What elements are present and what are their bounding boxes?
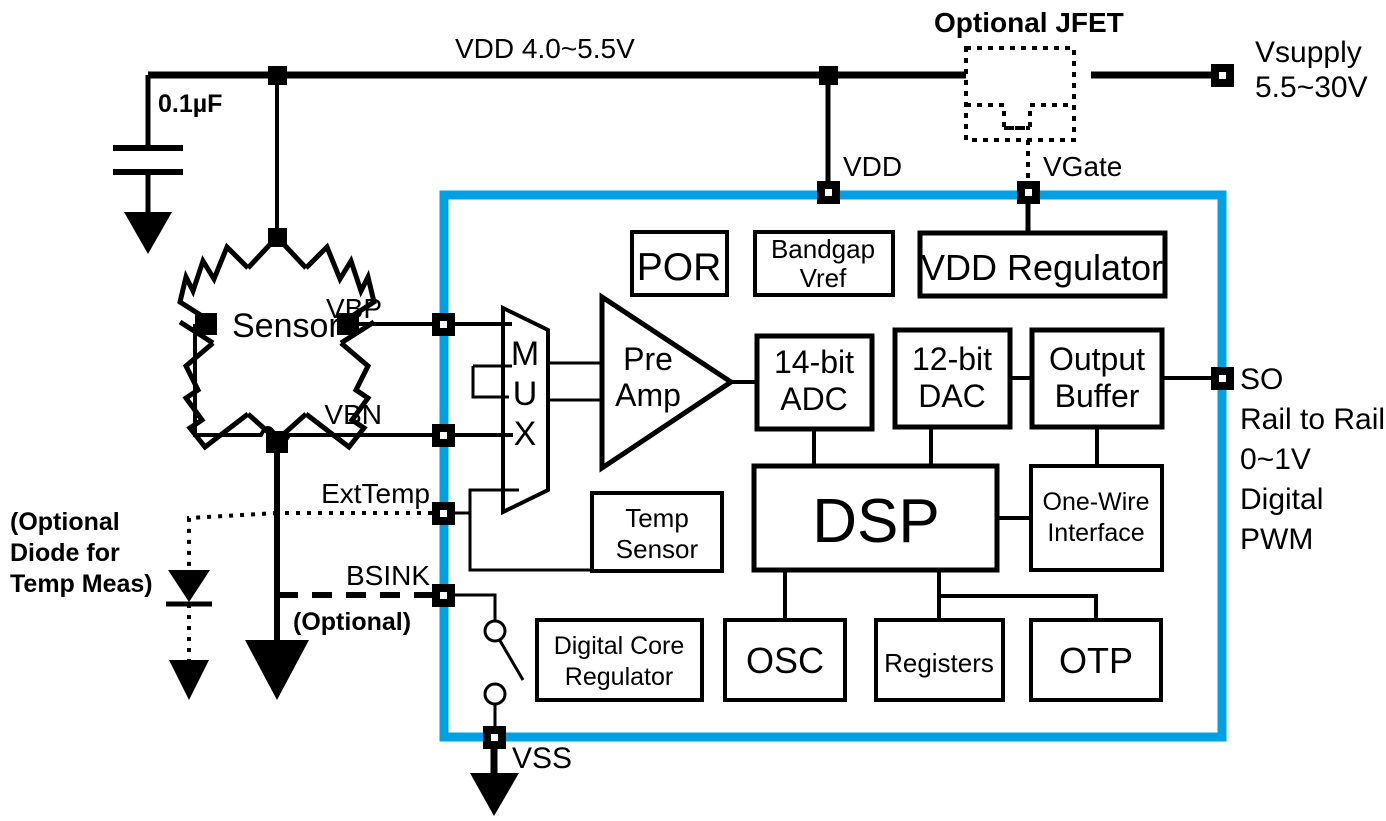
sensor-afe-block-diagram: POR Bandgap Vref VDD Regulator M U X Pre… (10, 7, 1385, 816)
block-label-temp-sensor-2: Sensor (616, 534, 699, 564)
label-pin-vdd: VDD (843, 151, 902, 182)
pin-so-center (1219, 375, 1226, 382)
dsp-to-otp-wire (939, 594, 1098, 620)
block-label-temp-sensor-1: Temp (625, 503, 689, 533)
jfet-symbol (966, 103, 1068, 130)
diode-dotted-branch (187, 511, 278, 580)
block-label-mux-2: U (513, 375, 538, 413)
block-label-bandgap-1: Bandgap (771, 234, 875, 264)
label-bsink-optional: (Optional) (293, 608, 411, 636)
pin-bsink-center (440, 592, 447, 599)
junction-bridge-left (195, 313, 217, 335)
label-sensor: Sensor (232, 307, 340, 345)
pin-vsupply-center (1219, 72, 1226, 79)
block-label-por: POR (637, 246, 722, 289)
label-output-pwm: PWM (1240, 523, 1313, 556)
label-pin-vgate: VGate (1043, 151, 1122, 182)
block-label-one-wire-2: Interface (1047, 519, 1144, 547)
block-label-registers: Registers (884, 648, 994, 678)
switch-blade (497, 638, 525, 681)
block-label-output-buffer-2: Buffer (1055, 378, 1140, 414)
block-label-dac-2: DAC (918, 378, 986, 414)
block-label-preamp-1: Pre (623, 341, 673, 377)
label-vsupply-line1: Vsupply (1255, 36, 1362, 69)
pin-vbn-center (440, 432, 447, 439)
block-label-mux-1: M (511, 335, 539, 373)
label-pin-vbp: VBP (326, 293, 382, 324)
ground-symbol-diode (169, 660, 209, 700)
label-vdd-rail: VDD 4.0~5.5V (455, 33, 635, 64)
block-diagram-canvas: POR Bandgap Vref VDD Regulator M U X Pre… (0, 0, 1386, 821)
block-label-one-wire-1: One-Wire (1043, 488, 1150, 516)
ground-symbol-sensor (245, 640, 309, 700)
label-output-rail: Rail to Rail (1240, 403, 1385, 436)
label-pin-vss: VSS (512, 742, 572, 775)
junction-vdd-sensor (268, 66, 287, 85)
block-label-adc-1: 14-bit (774, 344, 854, 380)
block-label-mux-3: X (514, 415, 537, 453)
ground-symbol-cap (124, 212, 172, 254)
bsink-switch-top-wire (455, 593, 497, 622)
pin-vdd-center (825, 189, 832, 196)
switch-contact-top (483, 619, 507, 643)
block-label-dac-1: 12-bit (912, 341, 992, 377)
label-diode-note-2: Diode for (10, 539, 120, 567)
label-pin-bsink: BSINK (346, 560, 430, 591)
block-label-output-buffer-1: Output (1049, 341, 1145, 377)
label-pin-vbn: VBN (324, 399, 382, 430)
block-label-digital-core-2: Regulator (565, 663, 673, 691)
block-label-osc: OSC (746, 640, 824, 681)
label-pin-exttemp: ExtTemp (321, 478, 430, 509)
block-one-wire (1029, 464, 1164, 572)
label-output-digital: Digital (1240, 483, 1323, 516)
block-label-preamp-2: Amp (615, 377, 681, 413)
label-diode-note-1: (Optional (10, 508, 120, 536)
label-diode-note-3: Temp Meas) (10, 570, 153, 598)
block-label-dsp: DSP (812, 487, 939, 556)
pin-vbp-center (440, 321, 447, 328)
block-label-digital-core-1: Digital Core (554, 632, 685, 660)
label-output-range: 0~1V (1240, 443, 1311, 476)
label-output-so: SO (1240, 363, 1283, 396)
label-vsupply-line2: 5.5~30V (1255, 71, 1368, 104)
mux-input-temp (455, 511, 593, 572)
ground-symbol-vss (470, 773, 519, 816)
diode-symbol (168, 570, 210, 602)
block-label-otp: OTP (1059, 640, 1133, 681)
junction-vdd-tap (819, 66, 838, 85)
block-label-bandgap-2: Vref (800, 263, 847, 293)
pin-vgate-center (1025, 189, 1032, 196)
block-label-vdd-regulator: VDD Regulator (921, 247, 1163, 288)
switch-contact-bottom (483, 682, 507, 706)
pin-exttemp-center (440, 510, 447, 517)
label-cap-value: 0.1µF (158, 90, 222, 118)
block-label-adc-2: ADC (780, 381, 848, 417)
label-optional-jfet: Optional JFET (934, 7, 1124, 38)
pin-vss-center (491, 734, 498, 741)
